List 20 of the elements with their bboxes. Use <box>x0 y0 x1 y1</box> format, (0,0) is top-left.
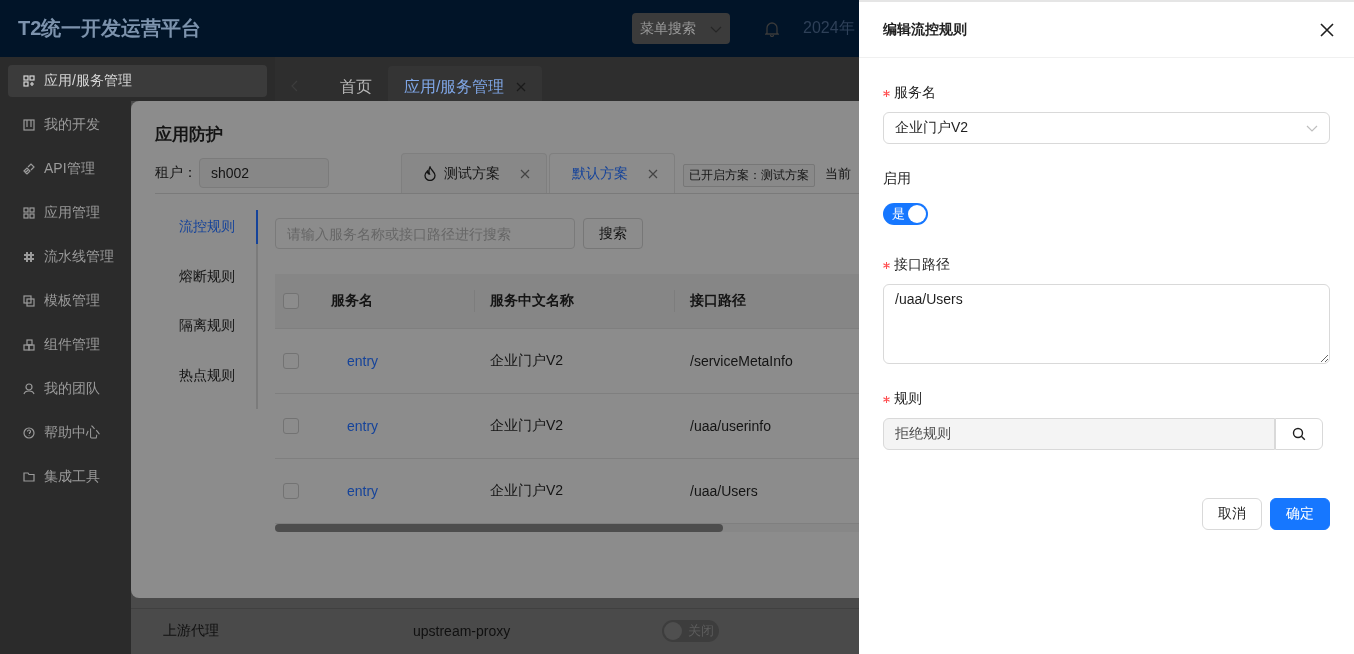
table-cell: /uaa/Users <box>690 483 758 499</box>
field-label: 规则 <box>894 390 922 408</box>
table-cell: 企业门户V2 <box>490 482 564 498</box>
drawer-title: 编辑流控规则 <box>883 20 967 39</box>
tenant-label: 租户： <box>155 164 197 182</box>
modal-title: 应用防护 <box>155 124 224 143</box>
field-label: 服务名 <box>894 84 936 102</box>
active-scheme-tag: 已开启方案：测试方案 <box>683 164 815 187</box>
row-code: upstream-proxy <box>413 623 512 639</box>
table-cell: 企业门户V2 <box>490 417 564 433</box>
column-header: 服务中文名称 <box>490 292 574 308</box>
field-label: 接口路径 <box>894 256 950 274</box>
table-cell: /serviceMetaInfo <box>690 353 793 369</box>
table-cell: /uaa/userinfo <box>690 418 771 434</box>
field-label: 启用 <box>883 170 911 188</box>
column-header: 接口路径 <box>690 292 746 308</box>
app-title: T2统一开发运营平台 <box>18 16 203 41</box>
current-label: 当前 <box>825 165 851 183</box>
table-cell: 企业门户V2 <box>490 352 564 368</box>
column-header: 服务名 <box>331 292 373 308</box>
